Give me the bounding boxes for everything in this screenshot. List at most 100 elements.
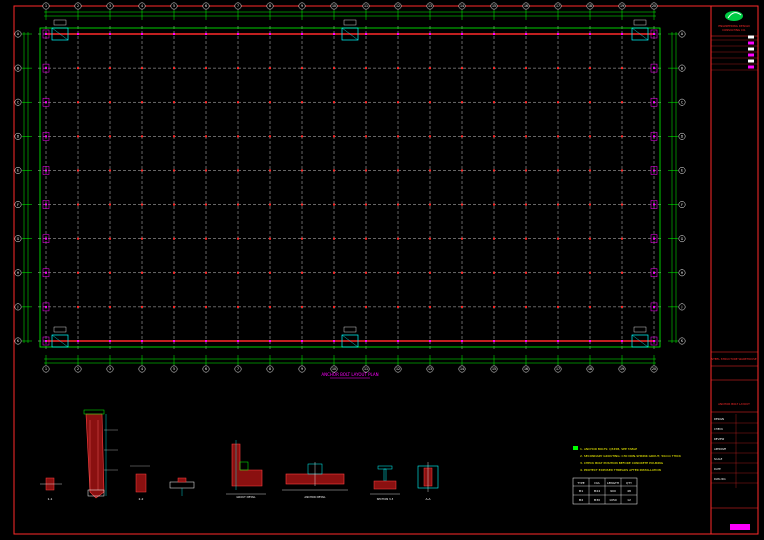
anchor-bolt-marker — [397, 237, 399, 240]
axis-label: 9 — [301, 4, 303, 8]
anchor-bolt-marker — [109, 340, 111, 342]
anchor-bolt-marker — [525, 67, 527, 70]
revision-mark — [748, 41, 754, 45]
anchor-bolt-marker — [429, 135, 431, 138]
anchor-bolt-marker — [557, 67, 559, 70]
anchor-bolt-marker — [557, 271, 559, 274]
anchor-bolt-marker — [461, 33, 463, 35]
anchor-bolt-marker — [653, 305, 655, 308]
anchor-bolt-marker — [429, 271, 431, 274]
company-name-line2: CONSULTING CO. — [722, 28, 746, 32]
anchor-bolt-marker — [301, 305, 303, 308]
anchor-bolt-marker — [301, 340, 303, 342]
axis-label: 1 — [45, 4, 47, 8]
anchor-bolt-marker — [589, 169, 591, 172]
anchor-bolt-marker — [429, 305, 431, 308]
anchor-bolt-marker — [301, 33, 303, 35]
anchor-bolt-marker — [365, 237, 367, 240]
anchor-bolt-marker — [141, 135, 143, 138]
anchor-bolt-marker — [237, 33, 239, 35]
axis-label: 11 — [364, 367, 368, 371]
title-field-label: APPROVE — [714, 447, 726, 451]
anchor-bolt-marker — [653, 169, 655, 172]
anchor-bolt-marker — [109, 101, 111, 104]
anchor-bolt-marker — [77, 67, 79, 70]
anchor-bolt-marker — [109, 67, 111, 70]
table-header-qty: QTY — [626, 481, 632, 485]
anchor-bolt-marker — [333, 169, 335, 172]
anchor-bolt-marker — [269, 203, 271, 206]
anchor-bolt-marker — [173, 135, 175, 138]
axis-label: 1 — [45, 367, 47, 371]
anchor-bolt-marker — [365, 169, 367, 172]
anchor-bolt-marker — [589, 101, 591, 104]
anchor-bolt-marker — [621, 203, 623, 206]
anchor-bolt-marker — [653, 237, 655, 240]
revision-mark — [748, 59, 754, 63]
anchor-bolt-marker — [461, 169, 463, 172]
axis-label: 10 — [332, 367, 336, 371]
axis-label: 5 — [173, 4, 175, 8]
anchor-bolt-marker — [653, 101, 655, 104]
anchor-bolt-marker — [493, 67, 495, 70]
anchor-bolt-marker — [461, 203, 463, 206]
anchor-bolt-marker — [621, 67, 623, 70]
anchor-bolt-marker — [557, 340, 559, 342]
anchor-bolt-marker — [397, 101, 399, 104]
anchor-bolt-marker — [141, 101, 143, 104]
anchor-bolt-marker — [45, 135, 47, 138]
axis-label: 19 — [620, 4, 624, 8]
axis-label: 16 — [524, 4, 528, 8]
anchor-bolt-marker — [237, 67, 239, 70]
note-line-2: 2. SECONDARY GROUTING: C30 NON-SHRINK GR… — [580, 454, 682, 458]
anchor-bolt-marker — [173, 101, 175, 104]
table-header-type: TYPE — [576, 481, 584, 485]
anchor-bolt-marker — [493, 340, 495, 342]
title-field-label: REVIEW — [714, 437, 725, 441]
anchor-bolt-marker — [237, 237, 239, 240]
anchor-bolt-marker — [269, 271, 271, 274]
anchor-bolt-marker — [525, 33, 527, 35]
anchor-bolt-marker — [621, 271, 623, 274]
axis-label: 8 — [269, 367, 271, 371]
anchor-bolt-marker — [397, 33, 399, 35]
anchor-bolt-marker — [429, 237, 431, 240]
anchor-bolt-marker — [525, 271, 527, 274]
table-cell: 12 — [627, 498, 631, 502]
axis-label: 11 — [364, 4, 368, 8]
anchor-bolt-marker — [621, 237, 623, 240]
anchor-bolt-marker — [173, 237, 175, 240]
anchor-bolt-marker — [269, 305, 271, 308]
detail-caption-anchor: ANCHOR DETAIL — [304, 495, 326, 499]
anchor-bolt-marker — [77, 33, 79, 35]
anchor-bolt-marker — [141, 169, 143, 172]
anchor-bolt-marker — [653, 33, 655, 35]
axis-label: 18 — [588, 367, 592, 371]
axis-label: 2 — [77, 4, 79, 8]
anchor-bolt-marker — [269, 340, 271, 342]
revision-mark — [748, 65, 754, 69]
note-line-1: 1. ANCHOR BOLTS: Q345B, SEE TABLE — [580, 447, 637, 451]
anchor-bolt-marker — [205, 101, 207, 104]
drawing-sheet: 1122334455667788991010111112121313141415… — [0, 0, 764, 540]
axis-label: 19 — [620, 367, 624, 371]
title-field-label: DWG NO. — [714, 477, 726, 481]
detail-label-1: 1-1 — [48, 497, 53, 501]
axis-label: 6 — [205, 4, 207, 8]
anchor-bolt-marker — [333, 340, 335, 342]
anchor-bolt-marker — [77, 271, 79, 274]
anchor-bolt-marker — [109, 237, 111, 240]
anchor-bolt-marker — [77, 237, 79, 240]
anchor-bolt-marker — [589, 203, 591, 206]
anchor-bolt-marker — [429, 203, 431, 206]
anchor-bolt-marker — [173, 340, 175, 342]
anchor-bolt-marker — [205, 67, 207, 70]
anchor-bolt-marker — [269, 135, 271, 138]
axis-label: 15 — [492, 367, 496, 371]
anchor-bolt-marker — [333, 203, 335, 206]
anchor-bolt-marker — [45, 340, 47, 342]
anchor-bolt-marker — [653, 203, 655, 206]
anchor-bolt-marker — [269, 67, 271, 70]
title-field-label: DESIGN — [714, 417, 724, 421]
anchor-bolt-marker — [237, 169, 239, 172]
